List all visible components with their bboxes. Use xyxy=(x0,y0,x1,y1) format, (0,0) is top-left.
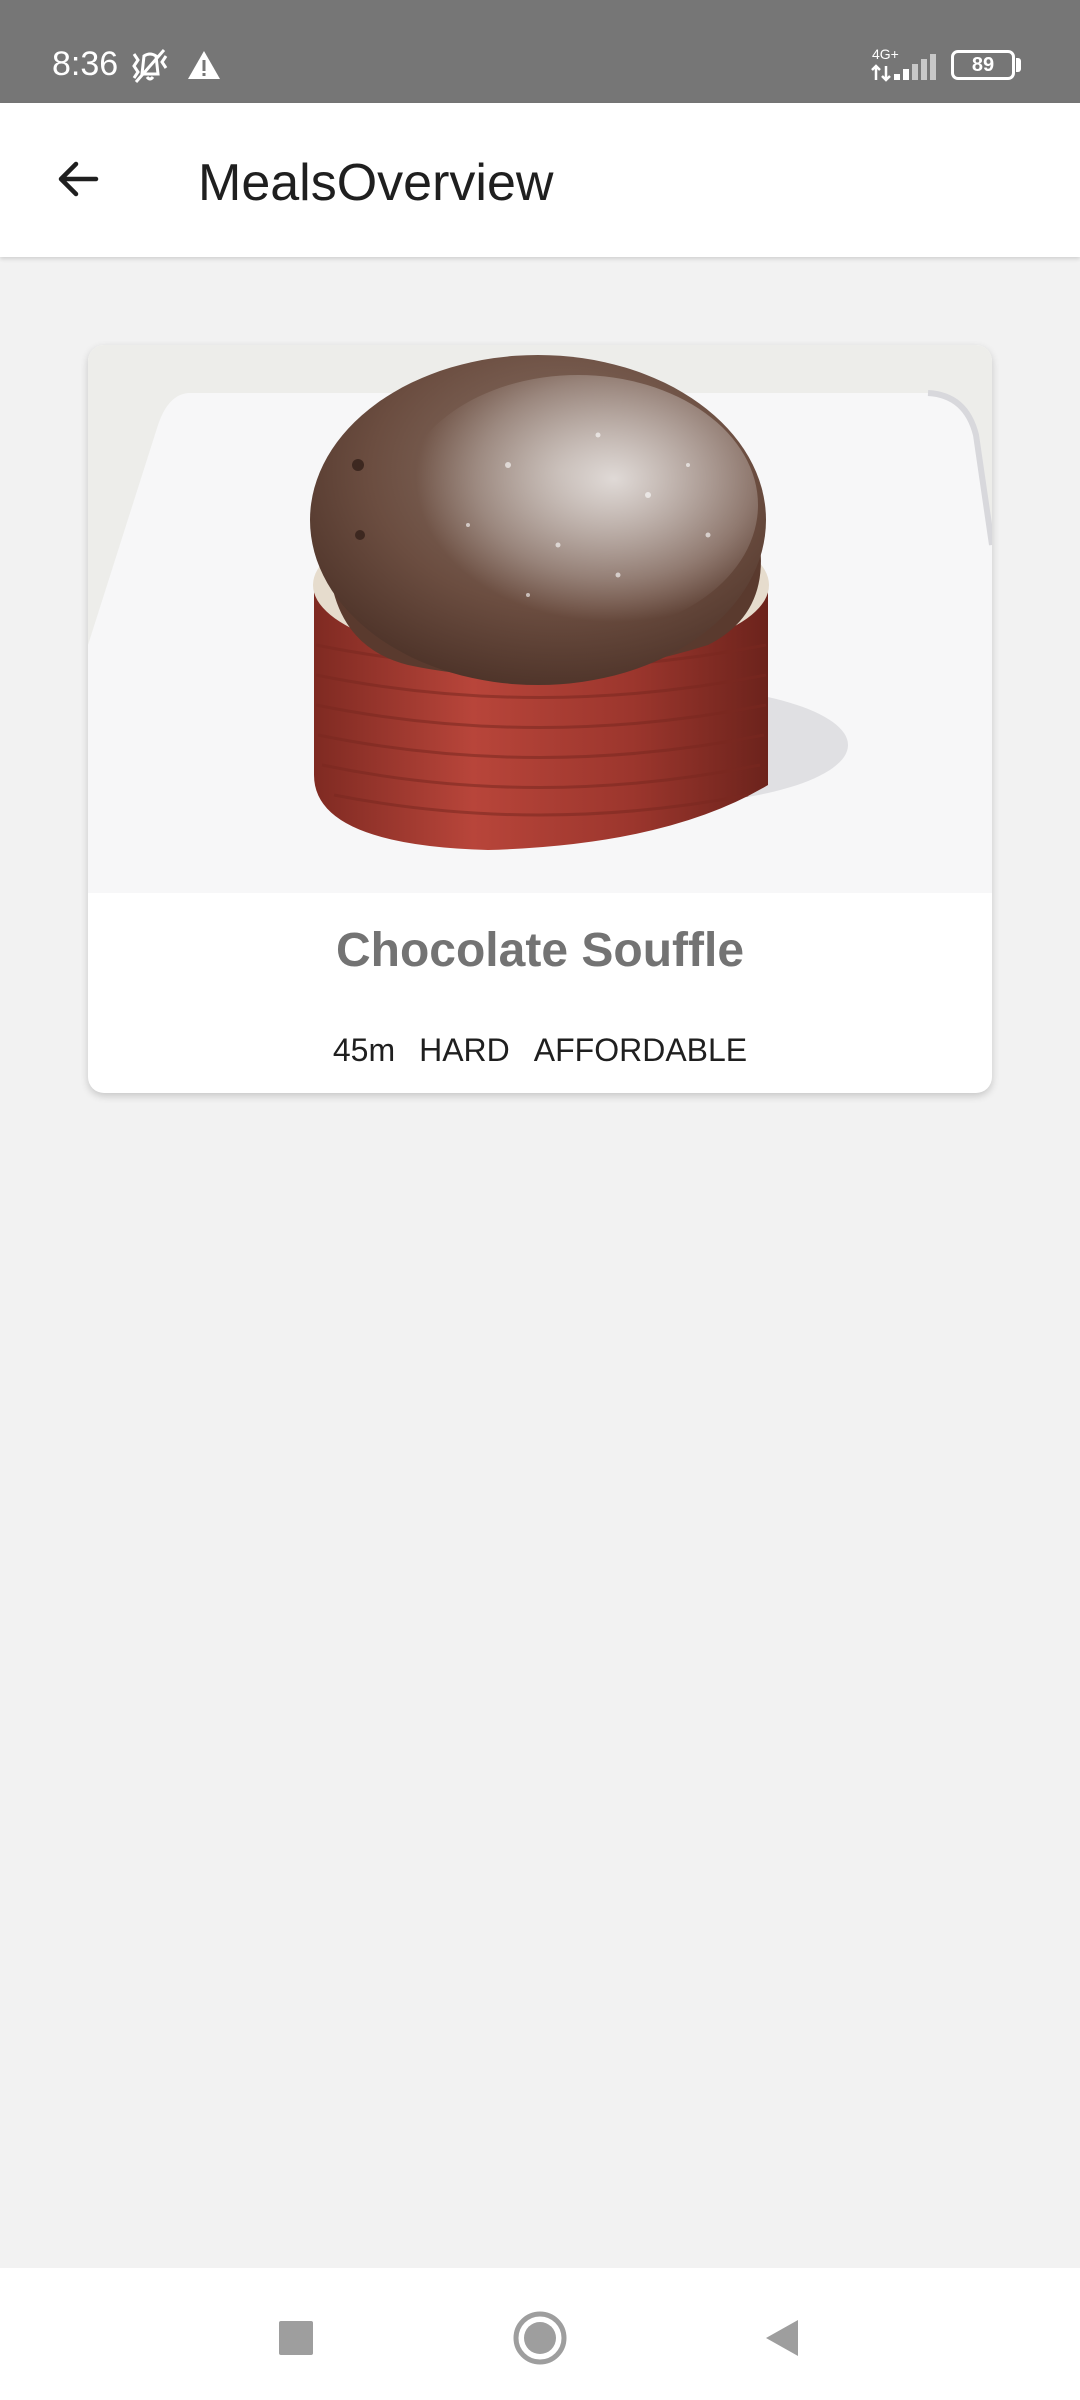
battery-level: 89 xyxy=(971,54,995,76)
status-time: 8:36 xyxy=(52,45,119,83)
back-triangle-icon xyxy=(766,2320,798,2356)
meal-duration: 45m xyxy=(332,1032,396,1068)
meal-image xyxy=(88,345,992,893)
arrow-left-icon xyxy=(58,161,99,197)
signal-icon xyxy=(871,54,936,82)
status-bar: 8:36 4G+ 89 xyxy=(0,0,1080,103)
warning-icon xyxy=(188,51,220,79)
meal-card[interactable]: Chocolate Souffle 45m HARD AFFORDABLE xyxy=(88,345,992,1093)
page-title: MealsOverview xyxy=(198,154,554,212)
vibrate-off-icon xyxy=(132,49,168,83)
meal-affordability: AFFORDABLE xyxy=(533,1032,748,1068)
back-nav-button[interactable] xyxy=(742,2298,822,2378)
meal-details: 45m HARD AFFORDABLE xyxy=(88,1031,992,1069)
system-nav-bar xyxy=(0,2268,1080,2400)
home-circle-icon xyxy=(513,2311,567,2365)
battery-cap xyxy=(1016,58,1021,72)
back-button[interactable] xyxy=(38,139,118,219)
app-bar: MealsOverview xyxy=(0,103,1080,257)
recents-button[interactable] xyxy=(256,2298,336,2378)
meal-complexity: HARD xyxy=(419,1032,510,1068)
meal-name: Chocolate Souffle xyxy=(335,924,745,977)
home-button[interactable] xyxy=(500,2298,580,2378)
recents-square-icon xyxy=(279,2321,313,2355)
battery-icon: 89 xyxy=(951,50,1015,80)
